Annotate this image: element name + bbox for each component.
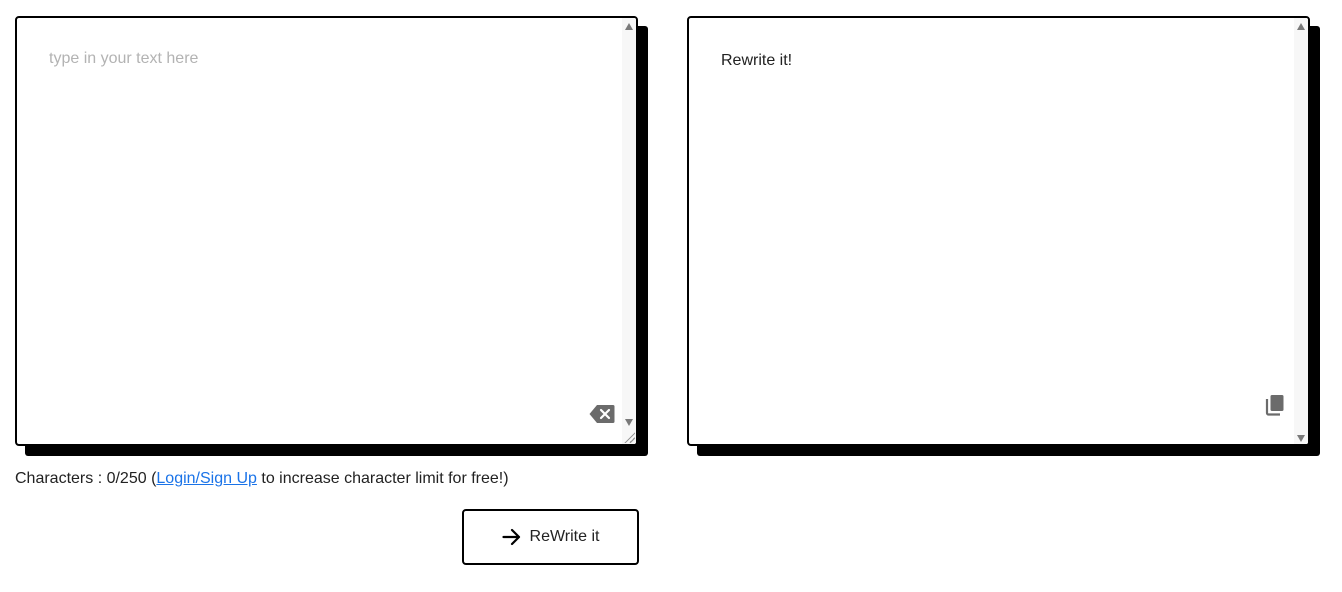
- resize-grip-icon[interactable]: [623, 431, 635, 443]
- input-box: [15, 16, 638, 446]
- backspace-clear-icon[interactable]: [589, 404, 615, 424]
- copy-icon[interactable]: [1265, 394, 1285, 416]
- scroll-up-arrow-icon[interactable]: [1297, 23, 1305, 30]
- rewrite-button-label: ReWrite it: [529, 528, 600, 545]
- arrow-right-icon: [501, 528, 522, 546]
- character-limit-hint: to increase character limit for free!): [256, 470, 509, 487]
- character-counter: Characters : 0/250 (Login/Sign Up to inc…: [15, 470, 509, 488]
- input-panel: [15, 16, 648, 456]
- text-input[interactable]: [17, 18, 622, 444]
- output-scrollbar[interactable]: [1294, 18, 1308, 444]
- character-count-text: Characters : 0/250 (: [15, 470, 157, 487]
- rewrite-button[interactable]: ReWrite it: [462, 509, 639, 565]
- input-scrollbar[interactable]: [622, 18, 636, 444]
- scroll-down-arrow-icon[interactable]: [625, 419, 633, 426]
- login-signup-link[interactable]: Login/Sign Up: [156, 470, 257, 487]
- scroll-down-arrow-icon[interactable]: [1297, 435, 1305, 442]
- output-text: Rewrite it!: [721, 52, 793, 69]
- output-panel: Rewrite it!: [687, 16, 1320, 456]
- scroll-up-arrow-icon[interactable]: [625, 23, 633, 30]
- output-box: Rewrite it!: [687, 16, 1310, 446]
